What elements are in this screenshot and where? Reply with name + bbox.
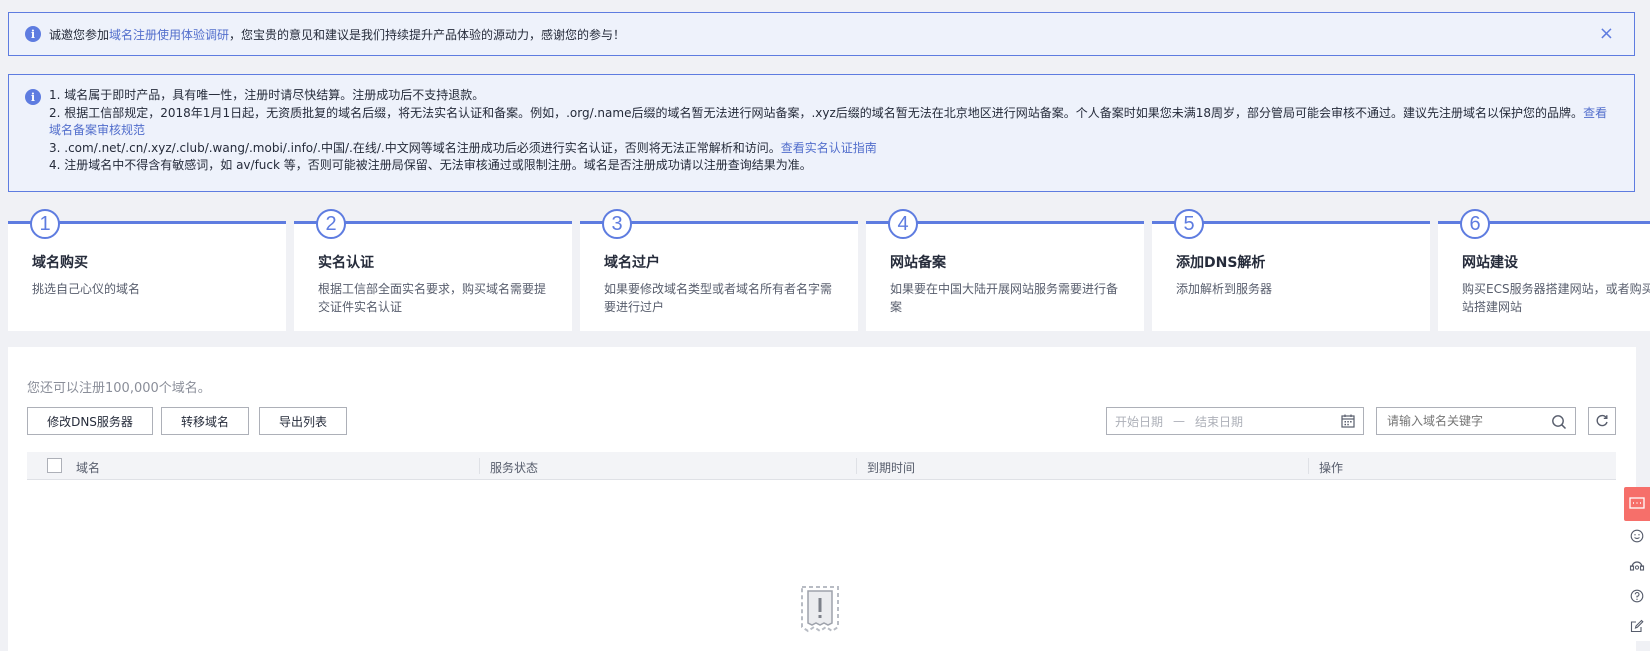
tip-line-3: 3. .com/.net/.cn/.xyz/.club/.wang/.mobi/… [49, 140, 1618, 158]
step-card: 1 域名购买 挑选自己心仪的域名 [8, 209, 286, 331]
step-title: 网站建设 [1462, 255, 1518, 271]
step-number: 4 [888, 209, 918, 239]
refresh-button[interactable] [1588, 407, 1616, 435]
help-icon [1630, 589, 1644, 603]
notice-text: 诚邀您参加域名注册使用体验调研，您宝贵的意见和建议是我们持续提升产品体验的源动力… [49, 26, 625, 43]
step-title: 添加DNS解析 [1176, 255, 1266, 271]
step-desc: 如果要在中国大陆开展网站服务需要进行备案 [890, 282, 1119, 314]
smile-tool[interactable] [1624, 521, 1650, 551]
help-tool[interactable] [1624, 581, 1650, 611]
tip-line-2-text: 2. 根据工信部规定，2018年1月1日起，无资质批复的域名后缀，将无法实名认证… [49, 105, 1584, 120]
step-number: 2 [316, 209, 346, 239]
message-icon [1629, 497, 1645, 509]
info-icon: i [25, 89, 41, 105]
process-steps: 1 域名购买 挑选自己心仪的域名 2 实名认证 根据工信部全面实名要求，购买域名… [8, 209, 1650, 331]
realname-guide-link[interactable]: 查看实名认证指南 [781, 141, 877, 155]
headset-icon [1629, 561, 1645, 571]
tips-lines: 1. 域名属于即时产品，具有唯一性，注册时请尽快结算。注册成功后不支持退款。 2… [49, 87, 1618, 175]
calendar-icon[interactable] [1341, 414, 1355, 428]
step-title: 域名购买 [32, 255, 88, 271]
step-number: 6 [1460, 209, 1490, 239]
transfer-domain-button[interactable]: 转移域名 [161, 407, 249, 435]
edit-icon [1630, 619, 1644, 633]
smile-icon [1630, 529, 1644, 543]
column-domain: 域名 [76, 461, 101, 475]
survey-notice: i 诚邀您参加域名注册使用体验调研，您宝贵的意见和建议是我们持续提升产品体验的源… [8, 12, 1635, 56]
step-card: 3 域名过户 如果要修改域名类型或者域名所有者名字需要进行过户 [580, 209, 858, 331]
edit-tool[interactable] [1624, 611, 1650, 641]
start-date: 开始日期 [1115, 414, 1164, 429]
empty-state-icon [801, 586, 839, 633]
close-icon[interactable]: × [1599, 25, 1614, 43]
refresh-icon [1596, 414, 1608, 427]
step-card: 6 网站建设 购买ECS服务器搭建网站，或者购买云速建站搭建网站 [1438, 209, 1650, 331]
date-range-picker[interactable]: 开始日期 — 结束日期 [1106, 407, 1364, 435]
tip-line-2: 2. 根据工信部规定，2018年1月1日起，无资质批复的域名后缀，将无法实名认证… [49, 105, 1618, 140]
domain-tips: i 1. 域名属于即时产品，具有唯一性，注册时请尽快结算。注册成功后不支持退款。… [8, 74, 1635, 192]
column-divider [479, 458, 480, 474]
quota-text: 您还可以注册100,000个域名。 [27, 381, 211, 396]
step-title: 实名认证 [318, 255, 374, 271]
step-desc: 如果要修改域名类型或者域名所有者名字需要进行过户 [604, 282, 833, 314]
step-desc: 挑选自己心仪的域名 [32, 282, 141, 296]
side-toolbar [1624, 487, 1650, 651]
step-card: 5 添加DNS解析 添加解析到服务器 [1152, 209, 1430, 331]
date-separator: — [1173, 414, 1186, 428]
step-number: 3 [602, 209, 632, 239]
step-title: 网站备案 [890, 255, 946, 271]
end-date: 结束日期 [1195, 414, 1244, 429]
column-expiry: 到期时间 [867, 461, 916, 475]
column-divider [1308, 458, 1309, 474]
feedback-tool[interactable] [1624, 487, 1650, 521]
step-title: 域名过户 [604, 255, 660, 271]
step-number: 5 [1174, 209, 1204, 239]
column-actions: 操作 [1319, 461, 1344, 475]
step-desc: 购买ECS服务器搭建网站，或者购买云速建站搭建网站 [1462, 282, 1650, 314]
search-icon[interactable] [1551, 414, 1567, 430]
modify-dns-button[interactable]: 修改DNS服务器 [27, 407, 153, 435]
notice-suffix: ，您宝贵的意见和建议是我们持续提升产品体验的源动力，感谢您的参与！ [229, 27, 626, 42]
notice-prefix: 诚邀您参加 [49, 27, 110, 42]
support-tool[interactable] [1624, 551, 1650, 581]
survey-link[interactable]: 域名注册使用体验调研 [109, 28, 229, 42]
info-icon: i [25, 26, 41, 42]
step-card: 2 实名认证 根据工信部全面实名要求，购买域名需要提交证件实名认证 [294, 209, 572, 331]
table-header: 域名 服务状态 到期时间 操作 [27, 452, 1616, 480]
step-number: 1 [30, 209, 60, 239]
select-all-checkbox[interactable] [47, 458, 62, 473]
search-input[interactable] [1387, 414, 1537, 428]
domain-search [1376, 407, 1576, 435]
tip-line-3-text: 3. .com/.net/.cn/.xyz/.club/.wang/.mobi/… [49, 140, 781, 155]
tip-line-4: 4. 注册域名中不得含有敏感词，如 av/fuck 等，否则可能被注册局保留、无… [49, 158, 812, 172]
tip-line-1: 1. 域名属于即时产品，具有唯一性，注册时请尽快结算。注册成功后不支持退款。 [49, 88, 485, 102]
step-card: 4 网站备案 如果要在中国大陆开展网站服务需要进行备案 [866, 209, 1144, 331]
step-desc: 添加解析到服务器 [1176, 282, 1273, 296]
step-desc: 根据工信部全面实名要求，购买域名需要提交证件实名认证 [318, 282, 547, 314]
column-status: 服务状态 [490, 461, 539, 475]
column-divider [856, 458, 857, 474]
export-list-button[interactable]: 导出列表 [259, 407, 347, 435]
domain-list-panel: 您还可以注册100,000个域名。 修改DNS服务器 转移域名 导出列表 开始日… [8, 347, 1636, 651]
